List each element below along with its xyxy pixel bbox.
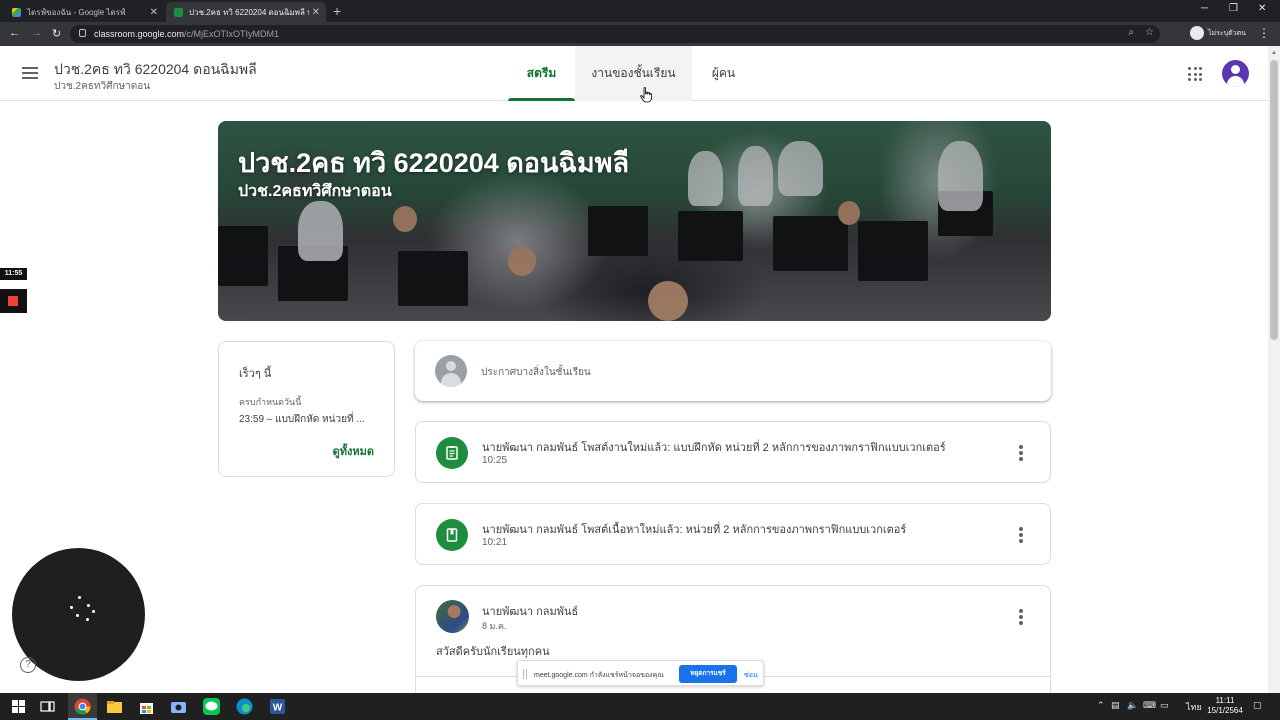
class-subtitle: ปวช.2คธทวิศึกษาตอน: [54, 81, 151, 92]
line-app-icon[interactable]: [202, 697, 221, 716]
battery-icon[interactable]: ▭: [1160, 700, 1169, 711]
file-explorer-icon[interactable]: [105, 697, 124, 716]
tray-chevron-icon[interactable]: ⌃: [1097, 700, 1105, 711]
address-bar[interactable]: classroom.google.com/c/MjExOTIxOTIyMDM1 …: [70, 25, 1160, 43]
clock-time: 11:11: [1215, 696, 1235, 705]
tab-classwork[interactable]: งานของชั้นเรียน: [575, 46, 692, 101]
post-body: สวัสดีครับนักเรียนทุกคน: [436, 646, 550, 658]
edge-icon[interactable]: [235, 697, 254, 716]
more-options-icon[interactable]: [1019, 445, 1023, 461]
announce-placeholder[interactable]: ประกาศบางสิ่งในชั้นเรียน: [481, 365, 591, 380]
avatar[interactable]: [1222, 60, 1249, 87]
share-message: meet.google.com กำลังแชร์หน้าจอของคุณ: [534, 672, 664, 679]
upcoming-heading: เร็วๆ นี้: [239, 368, 272, 380]
windows-start-icon[interactable]: [9, 697, 28, 716]
lock-icon: [79, 29, 86, 37]
minimize-icon[interactable]: ─: [1201, 3, 1208, 14]
tab-people[interactable]: ผู้คน: [696, 46, 751, 101]
post-time: 10:25: [482, 455, 508, 466]
browser-toolbar: ← → ↻ classroom.google.com/c/MjExOTIxOTI…: [0, 22, 1280, 46]
assignment-icon: [436, 437, 468, 469]
menu-icon[interactable]: [22, 67, 38, 79]
tab-title: ไดรฟ์ของฉัน - Google ไดรฟ์: [27, 7, 126, 17]
class-banner: ปวช.2คธ ทวิ 6220204 ดอนฉิมพลี ปวช.2คธทวิ…: [218, 121, 1051, 321]
drag-handle-icon[interactable]: [523, 669, 527, 679]
restore-icon[interactable]: ❐: [1229, 3, 1238, 14]
profile-button[interactable]: ไม่ระบุตัวตน: [1190, 26, 1246, 40]
bookmark-star-icon[interactable]: ☆: [1145, 27, 1154, 38]
drive-icon: [12, 7, 21, 17]
classroom-header: ปวช.2คธ ทวิ 6220204 ดอนฉิมพลี ปวช.2คธทวิ…: [0, 46, 1268, 101]
url-text: classroom.google.com/c/MjExOTIxOTIyMDM1: [94, 29, 280, 39]
reload-icon[interactable]: ↻: [52, 27, 61, 40]
class-title[interactable]: ปวช.2คธ ทวิ 6220204 ดอนฉิมพลี: [54, 59, 257, 81]
back-icon[interactable]: ←: [9, 27, 20, 39]
keyboard-icon[interactable]: ⌨: [1143, 700, 1156, 711]
browser-tab-classroom[interactable]: ปวช.2คธ ทวิ 6220204 ดอนฉิมพลี ปว ✕: [166, 2, 326, 22]
camera-icon[interactable]: [169, 697, 188, 716]
post-title[interactable]: นายพัฒนา กลมพันธ์ โพสต์งานใหม่แล้ว: แบบฝ…: [482, 438, 946, 456]
incognito-icon: [1190, 26, 1204, 40]
post-title[interactable]: นายพัฒนา กลมพันธ์ โพสต์เนื้อหาใหม่แล้ว: …: [482, 520, 906, 538]
taskbar-clock[interactable]: 11:11 15/1/2564: [1203, 696, 1247, 716]
upcoming-card: เร็วๆ นี้ ครบกำหนดวันนี้ 23:59 – แบบฝึกห…: [218, 341, 395, 477]
stream-post[interactable]: นายพัฒนา กลมพันธ์ โพสต์เนื้อหาใหม่แล้ว: …: [415, 503, 1051, 565]
announce-box[interactable]: ประกาศบางสิ่งในชั้นเรียน: [415, 341, 1051, 401]
post-author[interactable]: นายพัฒนา กลมพันธ์: [482, 602, 578, 620]
notifications-icon[interactable]: ▢: [1253, 700, 1262, 711]
material-icon: [436, 519, 468, 551]
word-icon[interactable]: W: [268, 697, 287, 716]
view-all-link[interactable]: ดูทั้งหมด: [333, 442, 374, 460]
tab-close-icon[interactable]: ✕: [312, 7, 320, 18]
more-options-icon[interactable]: [1019, 609, 1023, 625]
chrome-icon[interactable]: [73, 697, 92, 716]
volume-icon[interactable]: 🔈: [1127, 700, 1138, 711]
tab-stream[interactable]: สตรีม: [508, 46, 575, 101]
forward-icon[interactable]: →: [31, 27, 42, 39]
post-time: 10:21: [482, 537, 508, 548]
tab-close-icon[interactable]: ✕: [150, 7, 158, 18]
close-window-icon[interactable]: ✕: [1258, 3, 1266, 14]
browser-menu-icon[interactable]: ⋮: [1258, 26, 1270, 40]
profile-label: ไม่ระบุตัวตน: [1208, 29, 1246, 37]
author-photo[interactable]: [436, 600, 469, 633]
post-date: 8 ม.ค.: [482, 621, 507, 631]
hide-button[interactable]: ซ่อน: [744, 670, 758, 681]
zoom-icon[interactable]: ⌕: [1128, 27, 1134, 38]
tab-title: ปวช.2คธ ทวิ 6220204 ดอนฉิมพลี ปว: [189, 7, 309, 17]
page-scrollbar[interactable]: ▲: [1268, 46, 1280, 693]
more-options-icon[interactable]: [1019, 527, 1023, 543]
scroll-up-icon[interactable]: ▲: [1271, 50, 1277, 56]
google-apps-icon[interactable]: [1188, 67, 1202, 81]
language-indicator[interactable]: ไทย: [1186, 700, 1202, 714]
scrollbar-thumb[interactable]: [1270, 60, 1278, 340]
store-icon[interactable]: [137, 697, 156, 716]
stop-recording-button[interactable]: [0, 289, 27, 313]
browser-tab-drive[interactable]: ไดรฟ์ของฉัน - Google ไดรฟ์ ✕: [4, 2, 164, 22]
classroom-icon: [174, 7, 183, 17]
windows-taskbar: W ⌃ ▤ 🔈 ⌨ ▭ ไทย 11:11 15/1/2564 ▢: [0, 693, 1280, 720]
network-icon[interactable]: ▤: [1111, 700, 1120, 711]
upcoming-item[interactable]: 23:59 – แบบฝึกหัด หน่วยที่ ...: [239, 412, 365, 427]
new-tab-icon[interactable]: +: [333, 3, 341, 19]
clock-date: 15/1/2564: [1207, 706, 1243, 715]
recording-timer: 11:55: [0, 268, 27, 280]
stop-icon: [8, 296, 18, 306]
stop-sharing-button[interactable]: หยุดการแชร์: [679, 665, 737, 683]
banner-title[interactable]: ปวช.2คธ ทวิ 6220204 ดอนฉิมพลี: [238, 141, 629, 184]
banner-subtitle: ปวช.2คธทวิศึกษาตอน: [238, 183, 392, 200]
hand-cursor-icon: [640, 87, 652, 103]
stream-post[interactable]: นายพัฒนา กลมพันธ์ โพสต์งานใหม่แล้ว: แบบฝ…: [415, 421, 1051, 483]
help-icon[interactable]: ?: [20, 657, 36, 673]
meet-share-bar: meet.google.com กำลังแชร์หน้าจอของคุณ หย…: [517, 660, 764, 686]
task-view-icon[interactable]: [38, 697, 57, 716]
browser-tab-strip: ไดรฟ์ของฉัน - Google ไดรฟ์ ✕ ปวช.2คธ ทวิ…: [0, 0, 1280, 22]
default-avatar-icon: [435, 355, 467, 387]
svg-text:W: W: [273, 703, 283, 714]
due-label: ครบกำหนดวันนี้: [239, 397, 302, 407]
